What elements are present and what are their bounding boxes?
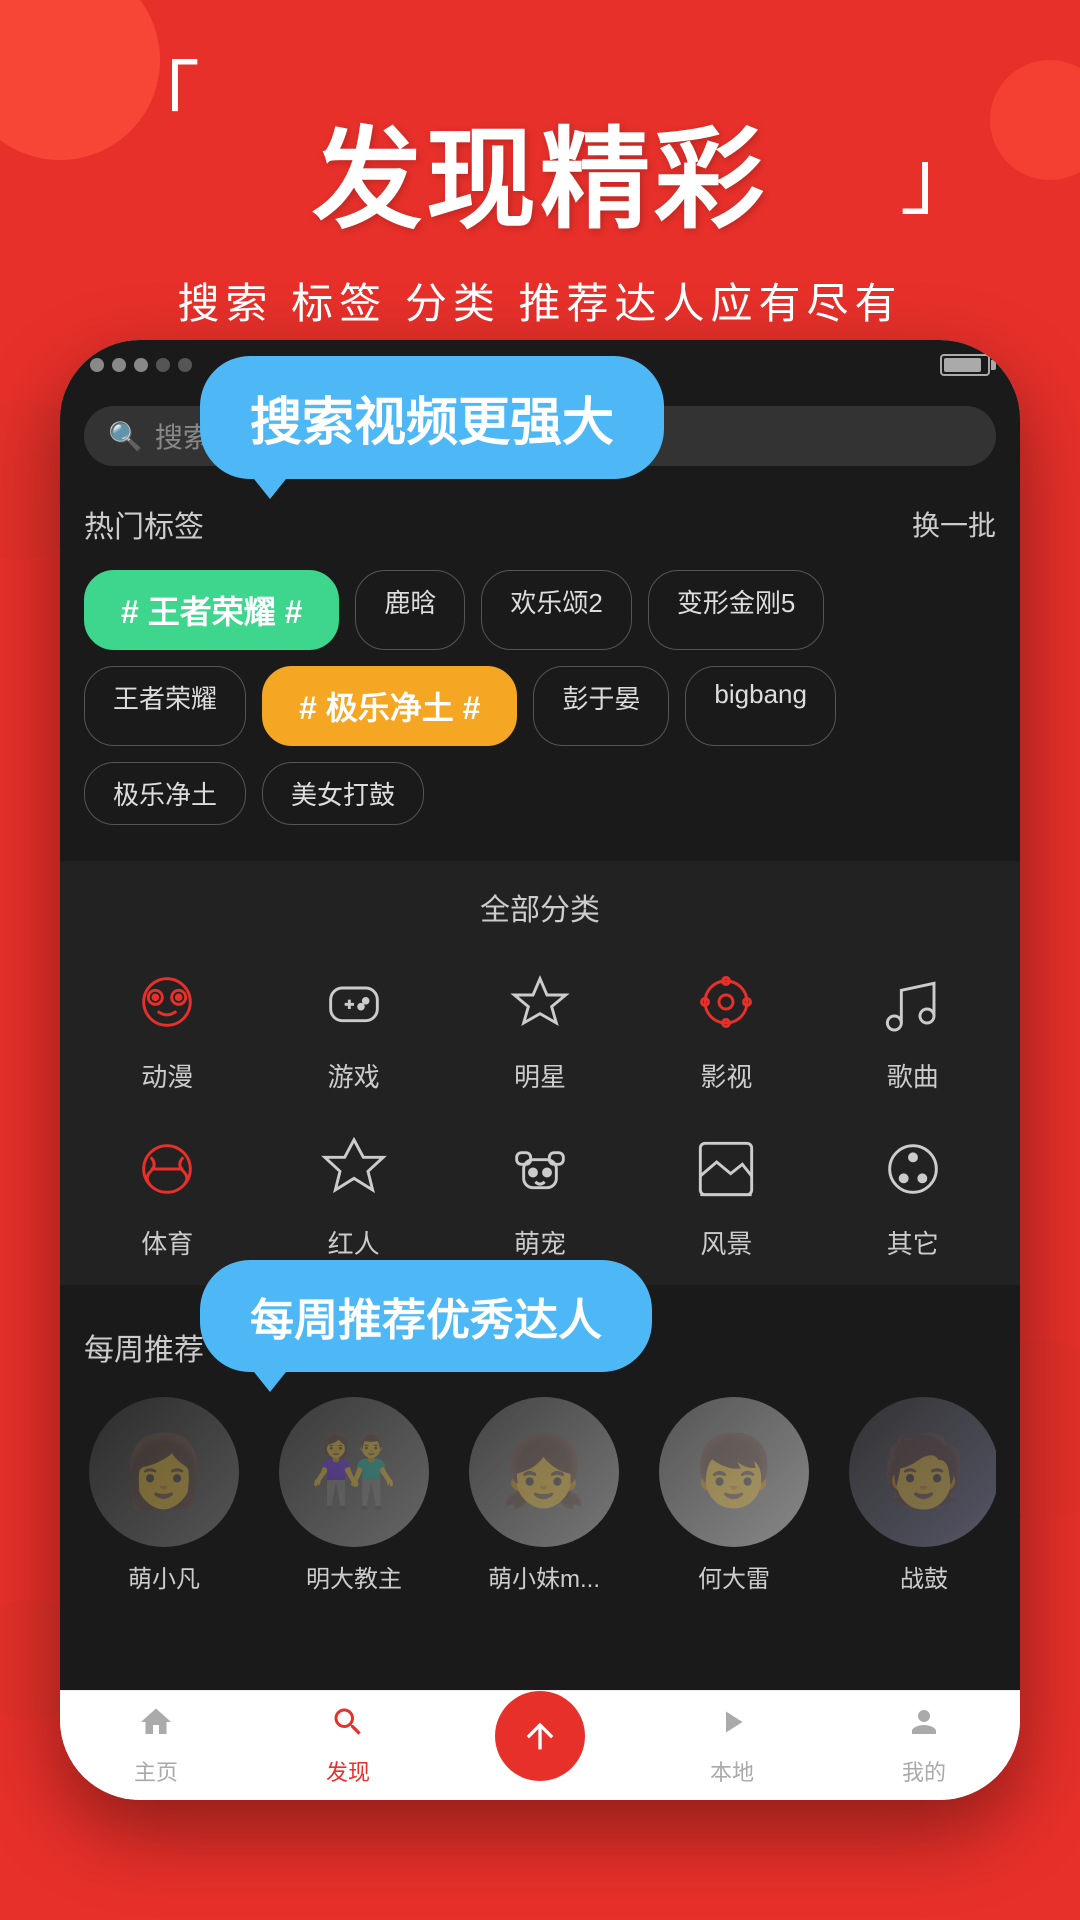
category-label: 游戏	[328, 1057, 380, 1094]
nav-item-local[interactable]: 本地	[636, 1704, 828, 1787]
nav-item-upload[interactable]	[444, 1711, 636, 1781]
user-item-2[interactable]: 👧 萌小妹m...	[464, 1397, 624, 1594]
category-item-scenery[interactable]: 风景	[643, 1124, 809, 1261]
category-item-star[interactable]: 明星	[457, 957, 623, 1094]
category-item-game[interactable]: 游戏	[270, 957, 436, 1094]
category-item-anime[interactable]: 动漫	[84, 957, 250, 1094]
avatar-silhouette: 👩	[89, 1397, 239, 1547]
nav-discover-label: 发现	[326, 1755, 370, 1787]
tag-item[interactable]: # 王者荣耀 #	[84, 570, 339, 650]
tag-item[interactable]: 极乐净土	[84, 762, 246, 825]
category-label: 动漫	[141, 1057, 193, 1094]
recommend-bubble: 每周推荐优秀达人	[200, 1260, 652, 1372]
user-name: 萌小妹m...	[488, 1559, 600, 1594]
user-name: 何大雷	[698, 1559, 770, 1594]
search-bubble: 搜索视频更强大	[200, 356, 664, 479]
tag-item[interactable]: 美女打鼓	[262, 762, 424, 825]
avatar-silhouette: 👫	[279, 1397, 429, 1547]
categories-grid: 动漫 游戏 明星 影视 歌曲 体育 红人 萌宠	[84, 957, 996, 1261]
bracket-open: 「	[120, 60, 200, 140]
avatar-silhouette: 🧑	[849, 1397, 996, 1547]
category-item-pet[interactable]: 萌宠	[457, 1124, 623, 1261]
category-label: 影视	[700, 1057, 752, 1094]
category-icon-film	[681, 957, 771, 1047]
user-avatar: 👦	[659, 1397, 809, 1547]
category-label: 明星	[514, 1057, 566, 1094]
avatar-silhouette: 👧	[469, 1397, 619, 1547]
phone-content: 🔍 搜索视频、标签、用户 热门标签 换一批 # 王者荣耀 #鹿晗欢乐颂2变形金刚…	[60, 390, 1020, 1690]
hot-tags-header: 热门标签 换一批	[84, 502, 996, 546]
tags-grid: # 王者荣耀 #鹿晗欢乐颂2变形金刚5 王者荣耀# 极乐净土 #彭于晏bigban…	[84, 570, 996, 825]
header-subtitle: 搜索 标签 分类 推荐达人应有尽有	[0, 270, 1080, 331]
tag-item[interactable]: 鹿晗	[355, 570, 465, 650]
category-label: 风景	[700, 1224, 752, 1261]
category-icon-pet	[495, 1124, 585, 1214]
users-row: 👩 萌小凡 👫 明大教主 👧 萌小妹m... 👦 何大雷 🧑 战鼓	[84, 1397, 996, 1594]
tag-item[interactable]: 变形金刚5	[648, 570, 824, 650]
category-item-person[interactable]: 红人	[270, 1124, 436, 1261]
nav-item-discover[interactable]: 发现	[252, 1704, 444, 1787]
category-icon-scenery	[681, 1124, 771, 1214]
nav-profile-label: 我的	[902, 1755, 946, 1787]
nav-home-label: 主页	[134, 1755, 178, 1787]
bracket-close: 」	[900, 140, 980, 220]
categories-title: 全部分类	[84, 885, 996, 929]
user-avatar: 👫	[279, 1397, 429, 1547]
avatar-silhouette: 👦	[659, 1397, 809, 1547]
user-avatar: 🧑	[849, 1397, 996, 1547]
category-icon-game	[309, 957, 399, 1047]
bottom-nav: 主页 发现 本地 我的	[60, 1690, 1020, 1800]
tag-item[interactable]: bigbang	[685, 666, 836, 746]
tag-item[interactable]: 彭于晏	[533, 666, 669, 746]
tag-item[interactable]: 王者荣耀	[84, 666, 246, 746]
tag-item[interactable]: # 极乐净土 #	[262, 666, 517, 746]
nav-item-profile[interactable]: 我的	[828, 1704, 1020, 1787]
category-label: 萌宠	[514, 1224, 566, 1261]
category-icon-anime	[122, 957, 212, 1047]
user-item-3[interactable]: 👦 何大雷	[654, 1397, 814, 1594]
tag-item[interactable]: 欢乐颂2	[481, 570, 631, 650]
user-item-0[interactable]: 👩 萌小凡	[84, 1397, 244, 1594]
phone-frame: 🔍 搜索视频、标签、用户 热门标签 换一批 # 王者荣耀 #鹿晗欢乐颂2变形金刚…	[60, 340, 1020, 1800]
category-item-music[interactable]: 歌曲	[830, 957, 996, 1094]
user-avatar: 👧	[469, 1397, 619, 1547]
category-icon-star	[495, 957, 585, 1047]
header-area: 「 」 发现精彩 搜索 标签 分类 推荐达人应有尽有	[0, 0, 1080, 371]
categories-section: 全部分类 动漫 游戏 明星 影视 歌曲 体育	[60, 861, 1020, 1285]
nav-local-label: 本地	[710, 1755, 754, 1787]
user-item-4[interactable]: 🧑 战鼓	[844, 1397, 996, 1594]
user-name: 战鼓	[900, 1559, 948, 1594]
category-icon-sports	[122, 1124, 212, 1214]
user-item-1[interactable]: 👫 明大教主	[274, 1397, 434, 1594]
home-icon	[138, 1704, 174, 1749]
category-item-other[interactable]: 其它	[830, 1124, 996, 1261]
category-item-sports[interactable]: 体育	[84, 1124, 250, 1261]
category-label: 体育	[141, 1224, 193, 1261]
category-label: 红人	[328, 1224, 380, 1261]
hot-tags-refresh[interactable]: 换一批	[912, 504, 996, 544]
category-icon-music	[868, 957, 958, 1047]
category-label: 歌曲	[887, 1057, 939, 1094]
profile-icon	[906, 1704, 942, 1749]
local-icon	[714, 1704, 750, 1749]
discover-icon	[330, 1704, 366, 1749]
hot-tags-section: 热门标签 换一批 # 王者荣耀 #鹿晗欢乐颂2变形金刚5 王者荣耀# 极乐净土 #…	[60, 482, 1020, 845]
user-name: 明大教主	[306, 1559, 402, 1594]
user-avatar: 👩	[89, 1397, 239, 1547]
user-name: 萌小凡	[128, 1559, 200, 1594]
category-icon-other	[868, 1124, 958, 1214]
category-item-film[interactable]: 影视	[643, 957, 809, 1094]
upload-button[interactable]	[495, 1691, 585, 1781]
nav-item-home[interactable]: 主页	[60, 1704, 252, 1787]
hot-tags-title: 热门标签	[84, 502, 204, 546]
search-icon: 🔍	[108, 420, 143, 453]
category-icon-person	[309, 1124, 399, 1214]
category-label: 其它	[887, 1224, 939, 1261]
